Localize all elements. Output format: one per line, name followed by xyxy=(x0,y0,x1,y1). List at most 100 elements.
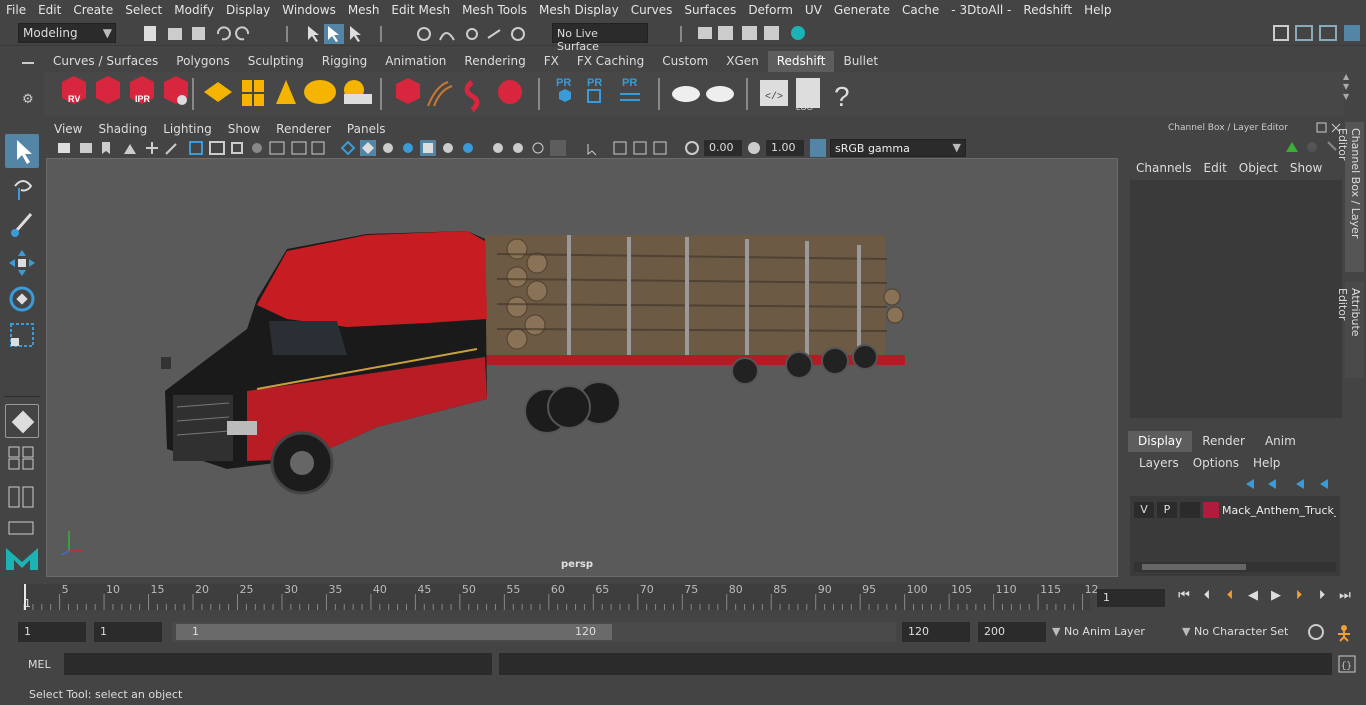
shelf-tab[interactable]: XGen xyxy=(717,51,768,72)
shelf-tab[interactable]: Rendering xyxy=(455,51,534,72)
rs-sphere-icon[interactable] xyxy=(498,80,522,104)
go-to-start-icon[interactable]: ⏮ xyxy=(1175,588,1193,606)
layer-menu-item[interactable]: Options xyxy=(1186,456,1246,470)
channel-box-icons[interactable] xyxy=(1284,140,1340,154)
viewport-menu-item[interactable]: Show xyxy=(220,122,268,136)
rs-render-view-icon[interactable]: RV xyxy=(62,76,86,104)
menu-item[interactable]: Windows xyxy=(276,3,342,17)
channel-box-area[interactable] xyxy=(1130,180,1342,418)
menu-item[interactable]: Generate xyxy=(828,3,896,17)
layer-menu-item[interactable]: Layers xyxy=(1132,456,1186,470)
move-tool[interactable] xyxy=(5,246,39,280)
gear-icon[interactable]: ⚙ xyxy=(22,92,34,107)
shelf-scroll[interactable]: ▲ ▼ ▼ xyxy=(1343,72,1357,116)
current-frame-field[interactable]: 1 xyxy=(1097,589,1165,607)
rs-bake-icon[interactable] xyxy=(706,86,734,102)
scene-end-field[interactable]: 200 xyxy=(978,622,1046,642)
play-forwards-icon[interactable]: ▶ xyxy=(1267,588,1285,606)
rs-render-sequence-icon[interactable] xyxy=(96,76,120,104)
rs-volume-icon[interactable] xyxy=(464,80,480,112)
viewport-menu-item[interactable]: Shading xyxy=(90,122,155,136)
rs-settings-icon[interactable] xyxy=(164,76,188,105)
shelf-tab[interactable]: Animation xyxy=(376,51,455,72)
menu-item[interactable]: Surfaces xyxy=(678,3,742,17)
script-editor-icon[interactable]: {} xyxy=(1338,655,1356,673)
menu-item[interactable]: Select xyxy=(119,3,168,17)
gamma-field[interactable]: 1.00 xyxy=(766,140,804,156)
layer-buttons[interactable] xyxy=(1242,476,1338,492)
rs-spot-light-icon[interactable] xyxy=(276,80,296,104)
menu-item[interactable]: Edit Mesh xyxy=(385,3,456,17)
step-forward-key-icon[interactable]: ⏵ xyxy=(1290,588,1308,606)
menu-item[interactable]: Edit xyxy=(32,3,67,17)
character-set-select[interactable]: ▼ No Character Set xyxy=(1176,622,1300,642)
menu-item[interactable]: Deform xyxy=(742,3,799,17)
range-slider-bar[interactable]: 1 120 xyxy=(176,624,612,640)
layer-scrollbar[interactable] xyxy=(1134,562,1336,572)
rs-script-icon[interactable]: </> xyxy=(760,80,788,106)
lasso-tool[interactable] xyxy=(5,172,39,206)
menu-item[interactable]: - 3DtoAll - xyxy=(945,3,1017,17)
channel-box-menu-item[interactable]: Show xyxy=(1284,161,1328,175)
menu-item[interactable]: Mesh xyxy=(342,3,386,17)
playback-end-field[interactable]: 120 xyxy=(902,622,970,642)
viewport-3d[interactable] xyxy=(46,158,1118,577)
menu-item[interactable]: Curves xyxy=(625,3,679,17)
viewport-menu-item[interactable]: Lighting xyxy=(155,122,220,136)
layer-color[interactable] xyxy=(1203,502,1219,518)
menu-item[interactable]: File xyxy=(0,3,32,17)
show-manipulator-tool[interactable] xyxy=(5,404,39,438)
layer-visibility[interactable]: V xyxy=(1134,502,1154,518)
shelf-tab[interactable]: Bullet xyxy=(834,51,887,72)
rotate-tool[interactable] xyxy=(5,282,39,316)
rs-log-icon[interactable]: LOG xyxy=(796,78,820,112)
select-tool[interactable] xyxy=(5,134,39,168)
channel-box-menu-item[interactable]: Object xyxy=(1233,161,1284,175)
layer-editor-tab[interactable]: Display xyxy=(1128,431,1193,452)
pr-export-icon[interactable]: PR xyxy=(587,77,602,103)
step-forward-icon[interactable]: ⏵ xyxy=(1313,588,1331,606)
rs-dome-light-icon[interactable] xyxy=(304,80,336,104)
playback-start-field[interactable]: 1 xyxy=(94,622,162,642)
shelf-tab[interactable]: FX xyxy=(535,51,568,72)
current-time-marker[interactable] xyxy=(24,584,26,610)
viewport-menu-item[interactable]: Panels xyxy=(339,122,394,136)
shelf-tab[interactable]: Curves / Surfaces xyxy=(44,51,167,72)
panel-toggle-icons[interactable] xyxy=(1272,23,1362,43)
shelf-tab[interactable]: Custom xyxy=(653,51,717,72)
layout-outliner-icon[interactable] xyxy=(5,482,39,512)
menu-item[interactable]: Redshift xyxy=(1017,3,1078,17)
menu-icon[interactable] xyxy=(22,62,34,64)
menu-item[interactable]: Modify xyxy=(168,3,220,17)
channel-box-side-tab[interactable]: Channel Box / Layer Editor xyxy=(1336,122,1364,272)
menu-item[interactable]: Cache xyxy=(896,3,945,17)
paint-select-tool[interactable] xyxy=(5,208,39,242)
rs-proxy-icon[interactable] xyxy=(396,78,420,104)
shelf-tab[interactable]: FX Caching xyxy=(568,51,653,72)
pr-box-icon[interactable]: PR xyxy=(556,77,571,102)
layer-menu-item[interactable]: Help xyxy=(1246,456,1287,470)
menu-item[interactable]: Mesh Tools xyxy=(456,3,533,17)
menu-item[interactable]: Display xyxy=(220,3,276,17)
viewport-menu-item[interactable]: Renderer xyxy=(268,122,339,136)
step-back-key-icon[interactable]: ⏴ xyxy=(1221,588,1239,606)
menu-item[interactable]: Create xyxy=(67,3,119,17)
tool-icons[interactable] xyxy=(140,22,540,44)
rs-sun-sky-icon[interactable] xyxy=(344,80,372,104)
channel-box-menu-item[interactable]: Channels xyxy=(1130,161,1198,175)
play-backwards-icon[interactable]: ◀ xyxy=(1244,588,1262,606)
layer-playback[interactable]: P xyxy=(1157,502,1177,518)
shelf-tab[interactable]: Rigging xyxy=(313,51,376,72)
step-back-icon[interactable]: ⏴ xyxy=(1198,588,1216,606)
attribute-editor-side-tab[interactable]: Attribute Editor xyxy=(1336,282,1364,378)
rs-area-light-icon[interactable] xyxy=(242,80,264,106)
shelf-tab[interactable]: Sculpting xyxy=(239,51,313,72)
shelf-tab[interactable]: Redshift xyxy=(767,51,835,72)
scale-tool[interactable] xyxy=(5,318,39,352)
layer-editor-tab[interactable]: Render xyxy=(1192,431,1255,452)
auto-key-icon[interactable] xyxy=(1306,622,1326,642)
rs-ipr-icon[interactable]: IPR xyxy=(130,76,154,104)
mode-selector[interactable]: Modeling ▼ xyxy=(18,23,116,43)
live-surface-field[interactable]: No Live Surface xyxy=(552,23,648,53)
menu-item[interactable]: UV xyxy=(799,3,828,17)
